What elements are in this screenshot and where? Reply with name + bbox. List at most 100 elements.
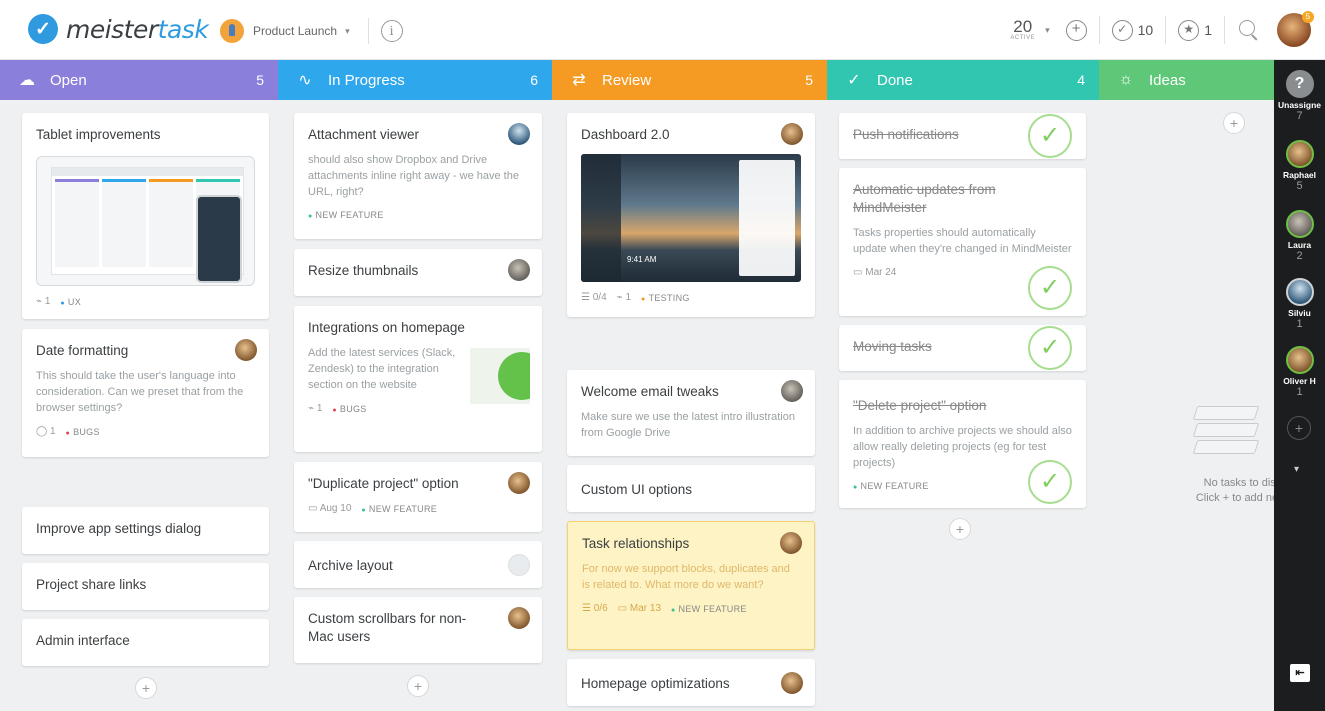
task-tag: NEW FEATURE bbox=[361, 504, 437, 514]
active-tasks-filter[interactable]: 20 ACTIVE bbox=[1010, 18, 1035, 41]
top-bar: ✓ meistertask Product Launch ▾ i 20 ACTI… bbox=[0, 0, 1325, 60]
column-header-ideas[interactable]: ☼ Ideas bbox=[1099, 60, 1274, 100]
member-filter-oliver[interactable]: Oliver H 1 bbox=[1274, 346, 1325, 398]
column-count: 5 bbox=[805, 72, 813, 88]
watched-tasks-button[interactable]: ★ 1 bbox=[1178, 19, 1212, 41]
task-card[interactable]: "Duplicate project" option ▭ Aug 10 NEW … bbox=[294, 462, 542, 532]
attachment-count: ⌁ 1 bbox=[36, 296, 51, 307]
column-body: + No tasks to displ Click + to add new t bbox=[1099, 100, 1274, 711]
avatar bbox=[1285, 278, 1314, 306]
column-header-in-progress[interactable]: ∿ In Progress 6 bbox=[278, 60, 552, 100]
user-avatar[interactable]: 5 bbox=[1277, 11, 1314, 47]
task-title: Tablet improvements bbox=[36, 127, 161, 142]
task-card[interactable]: Custom scrollbars for non-Mac users bbox=[294, 597, 542, 663]
task-card[interactable]: Homepage optimizations bbox=[567, 659, 815, 706]
member-filter-silviu[interactable]: Silviu 1 bbox=[1274, 278, 1325, 330]
add-member-button[interactable]: + bbox=[1287, 416, 1311, 440]
assignee-avatar bbox=[781, 380, 803, 402]
add-task-button[interactable]: + bbox=[407, 675, 429, 697]
avatar bbox=[1285, 140, 1314, 168]
project-name: Product Launch bbox=[253, 24, 338, 38]
task-title: Task relationships bbox=[582, 536, 690, 551]
add-task-button[interactable]: + bbox=[1223, 112, 1245, 134]
column-body: Tablet improvements ⌁ 1 UX Date formatti… bbox=[0, 100, 278, 711]
stack-layer bbox=[1192, 440, 1260, 454]
task-title: Improve app settings dialog bbox=[36, 521, 202, 536]
member-count: 7 bbox=[1296, 110, 1303, 122]
due-date-text: Mar 24 bbox=[865, 267, 897, 278]
task-card[interactable]: Project share links bbox=[22, 563, 269, 610]
mini-column bbox=[149, 179, 193, 267]
column-header-open[interactable]: ☁ Open 5 bbox=[0, 60, 278, 100]
logo-text-part2: task bbox=[157, 14, 209, 44]
stack-layer bbox=[1192, 423, 1260, 437]
assignee-avatar bbox=[508, 607, 530, 629]
task-card[interactable]: Admin interface bbox=[22, 619, 269, 666]
search-icon[interactable] bbox=[1237, 19, 1259, 41]
column-title: Open bbox=[50, 71, 87, 89]
task-description: Make sure we use the latest intro illust… bbox=[581, 411, 795, 439]
column-header-done[interactable]: ✓ Done 4 bbox=[827, 60, 1099, 100]
column-body: Dashboard 2.0 9:41 AM ☰ 0/4 ⌁ 1 TESTING … bbox=[552, 100, 827, 711]
chevron-down-icon[interactable]: ▾ bbox=[1045, 25, 1050, 36]
task-card-completed[interactable]: Moving tasks ✓ bbox=[839, 325, 1086, 371]
task-meta: ⌁ 1 UX bbox=[36, 296, 255, 307]
task-description: Add the latest services (Slack, Zendesk)… bbox=[308, 347, 456, 391]
due-date: ▭ Mar 13 bbox=[617, 603, 662, 614]
column-header-review[interactable]: ⇄ Review 5 bbox=[552, 60, 827, 100]
task-description: Tasks properties should automatically up… bbox=[853, 227, 1072, 255]
divider bbox=[1224, 16, 1225, 44]
add-task-button[interactable]: + bbox=[949, 518, 971, 540]
task-card[interactable]: Tablet improvements ⌁ 1 UX bbox=[22, 113, 269, 319]
mini-column bbox=[55, 179, 99, 267]
add-task-button[interactable]: + bbox=[135, 677, 157, 699]
task-card[interactable]: Dashboard 2.0 9:41 AM ☰ 0/4 ⌁ 1 TESTING bbox=[567, 113, 815, 317]
member-filter-unassigned[interactable]: ? Unassigne 7 bbox=[1274, 70, 1325, 122]
due-date-text: Aug 10 bbox=[319, 503, 352, 514]
thumb-time: 9:41 AM bbox=[627, 255, 657, 264]
notification-badge: 5 bbox=[1302, 11, 1314, 23]
attachment-number: 1 bbox=[625, 292, 632, 303]
member-name: Silviu bbox=[1288, 308, 1311, 318]
task-meta: ◯ 1 BUGS bbox=[36, 426, 255, 437]
add-task-button[interactable]: + bbox=[1065, 19, 1087, 41]
task-card[interactable]: Archive layout bbox=[294, 541, 542, 588]
completed-tasks-button[interactable]: ✓ 10 bbox=[1111, 19, 1153, 41]
split-arrow-icon: ⇄ bbox=[572, 72, 586, 89]
assignee-avatar bbox=[781, 123, 803, 145]
task-card-completed[interactable]: "Delete project" option In addition to a… bbox=[839, 380, 1086, 508]
tablet-bar bbox=[52, 168, 243, 176]
task-card-completed[interactable]: Automatic updates from MindMeister Tasks… bbox=[839, 168, 1086, 316]
task-card-completed[interactable]: Push notifications ✓ bbox=[839, 113, 1086, 159]
task-card[interactable]: Date formatting This should take the use… bbox=[22, 329, 269, 457]
task-card[interactable]: Resize thumbnails bbox=[294, 249, 542, 296]
task-title: Attachment viewer bbox=[308, 127, 420, 142]
task-card[interactable]: Welcome email tweaks Make sure we use th… bbox=[567, 370, 815, 456]
project-selector[interactable]: Product Launch ▾ i bbox=[220, 18, 403, 44]
member-filter-raphael[interactable]: Raphael 5 bbox=[1274, 140, 1325, 192]
task-card[interactable]: Integrations on homepage Add the latest … bbox=[294, 306, 542, 452]
info-icon[interactable]: i bbox=[380, 20, 403, 42]
task-meta: ⌁ 1 BUGS bbox=[308, 403, 528, 414]
logo[interactable]: ✓ meistertask bbox=[28, 14, 209, 44]
task-tag: NEW FEATURE bbox=[308, 210, 384, 220]
rocket-project-icon bbox=[220, 19, 244, 43]
stack-layer bbox=[1192, 406, 1260, 420]
assignee-avatar bbox=[508, 123, 530, 145]
task-meta: NEW FEATURE bbox=[308, 210, 528, 220]
assignee-avatar bbox=[780, 532, 802, 554]
divider bbox=[1165, 16, 1167, 44]
task-title: Welcome email tweaks bbox=[581, 384, 719, 399]
attachment-number: 1 bbox=[44, 296, 51, 307]
chevron-down-icon[interactable]: ▾ bbox=[1294, 464, 1299, 475]
task-card[interactable]: Improve app settings dialog bbox=[22, 507, 269, 554]
task-meta: ☰ 0/4 ⌁ 1 TESTING bbox=[581, 292, 801, 303]
task-title: Archive layout bbox=[308, 558, 393, 573]
column-title: Ideas bbox=[1149, 71, 1186, 89]
collapse-sidebar-icon[interactable]: ⇤ bbox=[1290, 664, 1310, 682]
task-card[interactable]: Attachment viewer should also show Dropb… bbox=[294, 113, 542, 239]
assignee-avatar bbox=[781, 672, 803, 694]
task-card[interactable]: Custom UI options bbox=[567, 465, 815, 512]
task-card-selected[interactable]: Task relationships For now we support bl… bbox=[567, 521, 815, 650]
member-filter-laura[interactable]: Laura 2 bbox=[1274, 210, 1325, 262]
